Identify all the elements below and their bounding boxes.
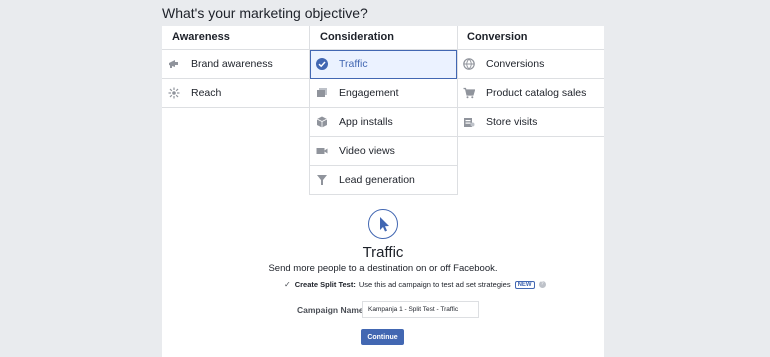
cart-icon [463,87,475,99]
objective-conversions[interactable]: Conversions [457,50,604,79]
objective-label: Lead generation [339,174,415,186]
objective-video-views[interactable]: Video views [310,137,457,166]
objective-description: Send more people to a destination on or … [268,263,498,274]
reach-icon [168,87,180,99]
store-icon [463,116,475,128]
engagement-icon [316,87,328,99]
megaphone-icon [168,58,180,70]
objective-brand-awareness[interactable]: Brand awareness [162,50,309,79]
column-header: Consideration [310,26,457,50]
globe-icon [463,58,475,70]
objective-label: Traffic [339,58,368,70]
objective-app-installs[interactable]: App installs [310,108,457,137]
objective-product-catalog-sales[interactable]: Product catalog sales [457,79,604,108]
video-camera-icon [316,145,328,157]
objective-title: Traffic [362,244,404,261]
objective-label: Product catalog sales [486,87,587,99]
campaign-name-label: Campaign Name [297,305,364,315]
campaign-name-input[interactable]: Kampanja 1 - Split Test - Traffic [362,301,479,318]
objective-label: Reach [191,87,222,99]
split-test-checkbox[interactable]: ✓ [284,280,291,289]
funnel-icon [316,174,328,186]
objective-label: Store visits [486,116,538,128]
column-header: Awareness [162,26,309,50]
objective-store-visits[interactable]: Store visits [457,108,604,137]
page-heading: What's your marketing objective? [162,5,368,21]
consideration-column: Consideration Traffic Engagement App ins… [309,26,458,195]
continue-button[interactable]: Continue [361,329,404,345]
objective-lead-generation[interactable]: Lead generation [310,166,457,195]
conversion-column: Conversion Conversions Product catalog s… [457,26,604,137]
info-icon[interactable]: ? [538,281,546,288]
objective-label: Engagement [339,87,399,99]
awareness-column: Awareness Brand awareness Reach [162,26,309,108]
objective-label: Video views [339,145,395,157]
objective-label: Conversions [486,58,545,70]
objective-label: App installs [339,116,393,128]
new-badge: NEW [514,280,535,289]
column-header: Conversion [457,26,604,50]
objective-traffic[interactable]: Traffic [310,50,457,79]
objective-panel: Awareness Brand awareness Reach Consider… [162,26,604,357]
split-test-row: ✓ Create Split Test: Use this ad campaig… [284,280,546,289]
cursor-icon [368,209,398,239]
objective-engagement[interactable]: Engagement [310,79,457,108]
checkmark-icon [316,58,328,70]
cube-icon [316,116,328,128]
objective-reach[interactable]: Reach [162,79,309,108]
objective-label: Brand awareness [191,58,273,70]
split-test-text: Use this ad campaign to test ad set stra… [358,280,511,289]
split-test-label: Create Split Test: [294,280,356,289]
